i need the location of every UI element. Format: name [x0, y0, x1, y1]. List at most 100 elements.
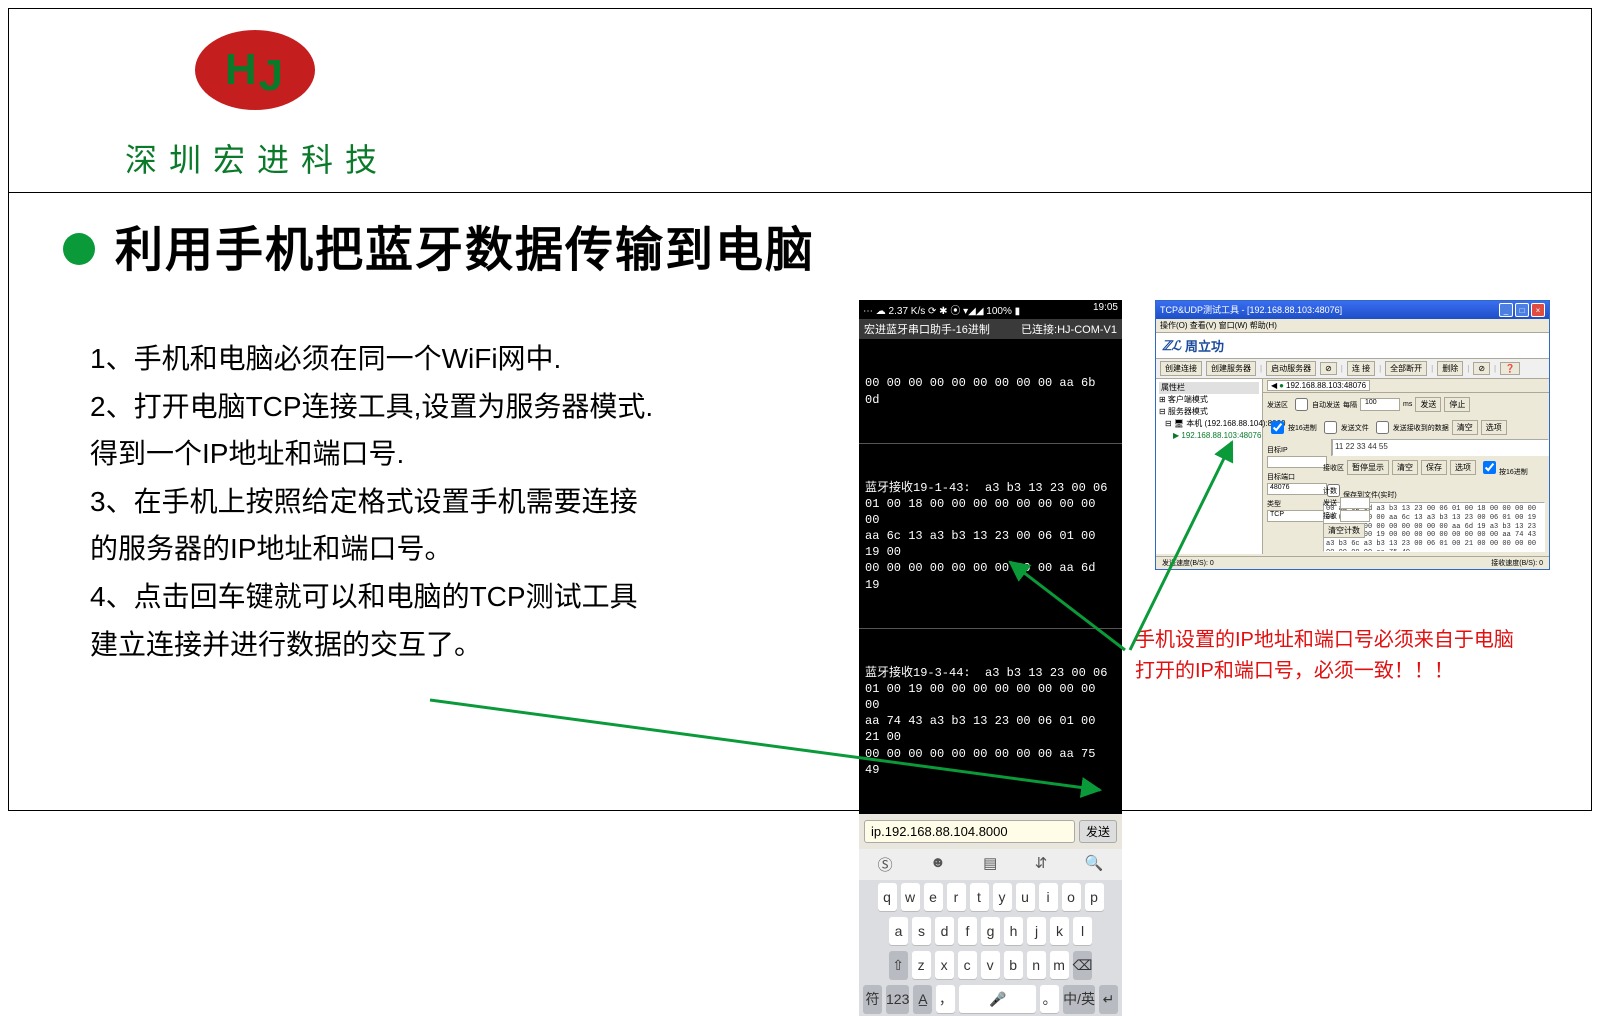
keyboard-key[interactable]: t — [970, 883, 989, 911]
keyboard-key[interactable]: l — [1073, 917, 1092, 945]
phone-ip-input[interactable]: ip.192.168.88.104.8000 — [864, 820, 1075, 843]
step-2b: 得到一个IP地址和端口号. — [90, 430, 840, 478]
win-toolbar-button[interactable]: 连 接 — [1347, 361, 1375, 376]
keyboard-key[interactable]: 符 — [863, 985, 882, 1013]
logo: HJ — [195, 30, 315, 110]
phone-data-stream: 00 00 00 00 00 00 00 00 00 aa 6b 0d 蓝牙接收… — [859, 339, 1122, 814]
keyboard-key[interactable]: p — [1085, 883, 1104, 911]
enter-key[interactable]: ↵ — [1099, 985, 1118, 1013]
win-tree-panel: 属性栏 ⊞ 客户端模式 ⊟ 服务器模式 ⊟ 🖥 本机 (192.168.88.1… — [1156, 379, 1263, 554]
phone-keyboard-toolbar: Ⓢ ☻ ▤ ⇵ 🔍 — [859, 849, 1122, 880]
keyboard-key[interactable]: c — [958, 951, 977, 979]
win-toolbar-button[interactable]: ❓ — [1500, 362, 1520, 375]
keyboard-key[interactable]: a — [889, 917, 908, 945]
hex-send-checkbox[interactable] — [1271, 421, 1284, 434]
phone-send-button[interactable]: 发送 — [1079, 820, 1117, 843]
win-toolbar: 创建连接创建服务器|启动服务器⊘|连 接|全部断开|删除|⊘|❓ — [1156, 359, 1549, 379]
keyboard-key[interactable]: 🎤 — [959, 985, 1036, 1013]
keyboard-key[interactable]: n — [1027, 951, 1046, 979]
kb-tool-icon[interactable]: ▤ — [983, 854, 997, 875]
company-name: 深圳宏进科技 — [125, 135, 389, 181]
echo-recv-checkbox[interactable] — [1376, 421, 1389, 434]
kb-tool-icon[interactable]: 🔍 — [1085, 854, 1104, 875]
slide-body: 1、手机和电脑必须在同一个WiFi网中. 2、打开电脑TCP连接工具,设置为服务… — [90, 335, 840, 668]
kb-tool-icon[interactable]: ☻ — [930, 854, 946, 875]
phone-keyboard: qwertyuiop asdfghjkl ⇧zxcvbnm⌫ 符123A̲，🎤。… — [859, 880, 1122, 1016]
win-send-controls: 发送区 自动发送 每隔 100 ms 发送 停止 — [1263, 393, 1549, 416]
keyboard-key[interactable]: w — [901, 883, 920, 911]
phone-screenshot: ⋯ ☁ 2.37 K/s ⟳ ✱ ⦿ ▾◢◢ 100% ▮19:05 宏进蓝牙串… — [859, 300, 1122, 1016]
clear-count-button[interactable]: 清空计数 — [1323, 523, 1365, 538]
recv-count — [1340, 510, 1370, 522]
clear-recv-button[interactable]: 清空 — [1392, 460, 1418, 475]
keyboard-key[interactable]: j — [1027, 917, 1046, 945]
keyboard-key[interactable]: h — [1004, 917, 1023, 945]
win-titlebar: TCP&UDP测试工具 - [192.168.88.103:48076] _ □… — [1156, 301, 1549, 319]
win-menu-bar[interactable]: 操作(O) 查看(V) 窗口(W) 帮助(H) — [1156, 319, 1549, 333]
logo-badge: HJ — [195, 30, 315, 110]
keyboard-key[interactable]: s — [912, 917, 931, 945]
close-icon[interactable]: × — [1531, 303, 1545, 317]
keyboard-key[interactable]: x — [935, 951, 954, 979]
keyboard-key[interactable]: m — [1050, 951, 1069, 979]
keyboard-key[interactable]: 。 — [1040, 985, 1059, 1013]
kb-tool-icon[interactable]: ⇵ — [1035, 854, 1048, 875]
recv-options-button[interactable]: 选项 — [1450, 460, 1476, 475]
win-toolbar-button[interactable]: 创建连接 — [1160, 361, 1202, 376]
target-port-field[interactable]: 48076 — [1267, 483, 1327, 495]
keyboard-key[interactable]: ， — [936, 985, 955, 1013]
keyboard-key[interactable]: f — [958, 917, 977, 945]
keyboard-key[interactable]: b — [1004, 951, 1023, 979]
send-button[interactable]: 发送 — [1415, 397, 1441, 412]
win-toolbar-button[interactable]: 创建服务器 — [1206, 361, 1256, 376]
keyboard-key[interactable]: 中/英 — [1063, 985, 1095, 1013]
minimize-icon[interactable]: _ — [1499, 303, 1513, 317]
pause-button[interactable]: 暂停显示 — [1347, 460, 1389, 475]
keyboard-key[interactable]: ⌫ — [1073, 951, 1093, 979]
keyboard-key[interactable]: z — [912, 951, 931, 979]
win-toolbar-button[interactable]: 启动服务器 — [1266, 361, 1316, 376]
header-divider — [8, 192, 1592, 193]
keyboard-key[interactable]: y — [993, 883, 1012, 911]
win-send-textarea[interactable]: 11 22 33 44 55 — [1332, 439, 1549, 456]
keyboard-key[interactable]: e — [924, 883, 943, 911]
send-file-checkbox[interactable] — [1324, 421, 1337, 434]
kb-tool-icon[interactable]: Ⓢ — [878, 854, 893, 875]
step-4b: 建立连接并进行数据的交互了。 — [90, 621, 840, 669]
win-toolbar-button[interactable]: ⊘ — [1473, 362, 1490, 375]
clear-button[interactable]: 清空 — [1452, 420, 1478, 435]
title-bullet-icon — [63, 233, 95, 265]
win-toolbar-button[interactable]: ⊘ — [1320, 362, 1337, 375]
options-button[interactable]: 选项 — [1481, 420, 1507, 435]
keyboard-key[interactable]: k — [1050, 917, 1069, 945]
auto-send-checkbox[interactable] — [1295, 398, 1308, 411]
keyboard-key[interactable]: q — [878, 883, 897, 911]
keyboard-key[interactable]: A̲ — [913, 985, 932, 1013]
phone-app-titlebar: 宏进蓝牙串口助手-16进制已连接:HJ-COM-V1 — [859, 319, 1122, 339]
stop-button[interactable]: 停止 — [1444, 397, 1470, 412]
win-status-bar: 发送速度(B/S): 0接收速度(B/S): 0 — [1156, 556, 1549, 569]
maximize-icon[interactable]: □ — [1515, 303, 1529, 317]
win-target-panel: 目标IP 目标端口 48076 类型 TCP — [1263, 439, 1332, 456]
win-count-panel: 计数 发送 接收 清空计数 — [1323, 485, 1370, 539]
target-ip-field[interactable] — [1267, 456, 1327, 468]
win-active-tab[interactable]: ◀ ● 192.168.88.103:48076 — [1267, 380, 1370, 391]
hex-recv-checkbox[interactable] — [1483, 461, 1496, 474]
save-button[interactable]: 保存 — [1421, 460, 1447, 475]
keyboard-key[interactable]: g — [981, 917, 1000, 945]
keyboard-key[interactable]: ⇧ — [889, 951, 908, 979]
win-tree-client-node[interactable]: ▶ 192.168.88.103:48076 — [1159, 430, 1259, 442]
keyboard-key[interactable]: i — [1039, 883, 1058, 911]
keyboard-key[interactable]: o — [1062, 883, 1081, 911]
send-count — [1340, 497, 1370, 509]
win-toolbar-button[interactable]: 删除 — [1437, 361, 1463, 376]
logo-text: HJ — [225, 48, 285, 92]
keyboard-key[interactable]: v — [981, 951, 1000, 979]
keyboard-key[interactable]: u — [1016, 883, 1035, 911]
step-1: 1、手机和电脑必须在同一个WiFi网中. — [90, 335, 840, 383]
win-toolbar-button[interactable]: 全部断开 — [1385, 361, 1427, 376]
keyboard-key[interactable]: 123 — [886, 985, 909, 1013]
keyboard-key[interactable]: r — [947, 883, 966, 911]
interval-input[interactable]: 100 — [1360, 398, 1400, 411]
keyboard-key[interactable]: d — [935, 917, 954, 945]
